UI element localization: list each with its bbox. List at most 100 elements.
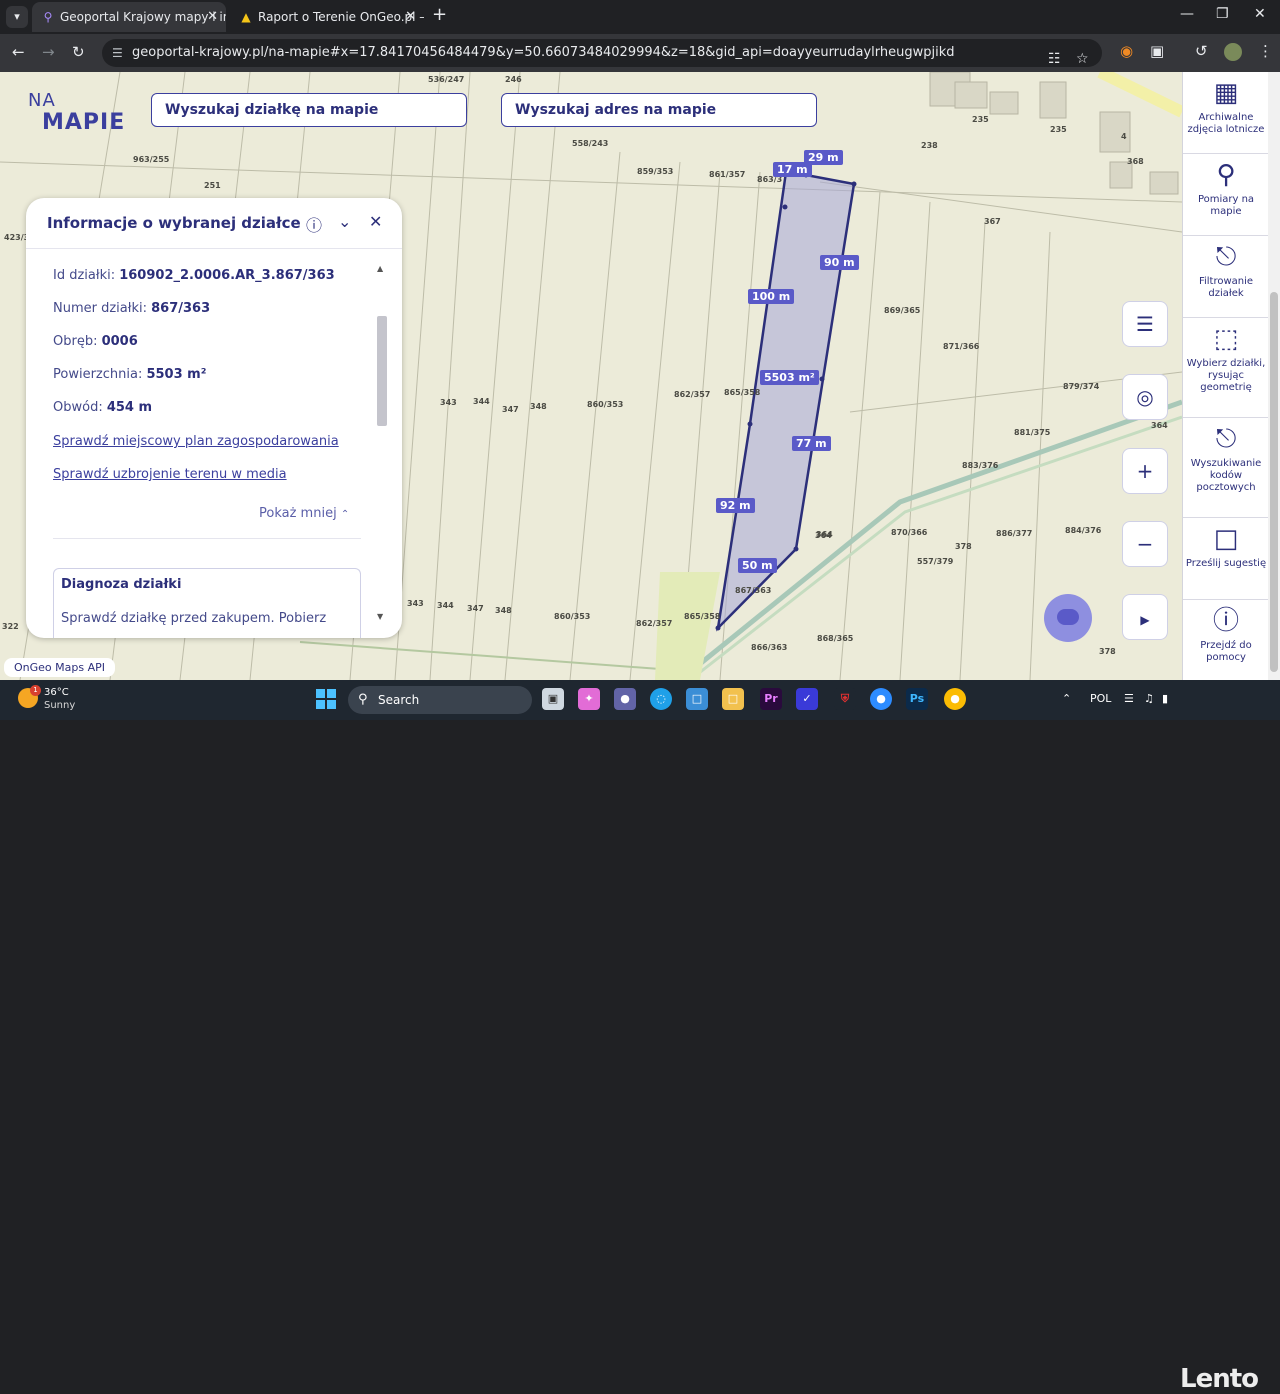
expand-sidebar-button[interactable]: ▶: [1122, 594, 1168, 640]
diagnosis-box[interactable]: Diagnoza działki Sprawdź działkę przed z…: [53, 568, 361, 638]
zoom-out-button[interactable]: −: [1122, 521, 1168, 567]
layers-button[interactable]: ☰: [1122, 301, 1168, 347]
chat-widget-button[interactable]: [1044, 594, 1092, 642]
row-label: Obwód:: [53, 400, 107, 415]
row-label: Obręb:: [53, 334, 102, 349]
show-less-toggle[interactable]: Pokaż mniej ⌃: [259, 506, 349, 521]
zoom-icon[interactable]: ●: [870, 688, 892, 710]
parcel-number-row: Numer działki: 867/363: [53, 301, 210, 316]
search-parcel-input[interactable]: Wyszukaj działkę na mapie: [151, 93, 467, 127]
sidebar-item-label: Pomiary na mapie: [1197, 194, 1255, 217]
chevron-up-icon[interactable]: ⌃: [1062, 692, 1071, 705]
close-window-button[interactable]: ✕: [1254, 6, 1266, 22]
translate-icon[interactable]: ☷: [1048, 45, 1061, 67]
back-button[interactable]: ←: [12, 43, 25, 61]
close-icon[interactable]: ✕: [405, 2, 416, 32]
language-indicator[interactable]: POL: [1090, 692, 1111, 705]
parcel-label: 558/243: [572, 139, 609, 148]
sidebar-item-label: Wybierz działki, rysując geometrię: [1186, 358, 1266, 393]
taskbar-search[interactable]: ⚲ Search: [348, 686, 532, 714]
photoshop-icon[interactable]: Ps: [906, 688, 928, 710]
close-icon[interactable]: ✕: [369, 212, 382, 231]
toggle-label: Pokaż mniej: [259, 506, 337, 521]
lento-watermark: Lento: [1180, 1364, 1259, 1394]
task-view-icon[interactable]: ▣: [542, 688, 564, 710]
speaker-icon[interactable]: ♫: [1144, 692, 1154, 705]
close-icon[interactable]: ✕: [207, 2, 218, 32]
new-tab-button[interactable]: +: [432, 4, 447, 25]
extensions-puzzle-icon[interactable]: ▣: [1150, 42, 1164, 60]
sidebar-item-suggestion[interactable]: □ Prześlij sugestię: [1183, 518, 1269, 600]
extension-icon[interactable]: ◉: [1120, 42, 1133, 60]
wifi-icon[interactable]: ☰: [1124, 692, 1134, 705]
precinct-row: Obręb: 0006: [53, 334, 138, 349]
parcel-label: 246: [505, 75, 522, 84]
teams-icon[interactable]: ●: [614, 688, 636, 710]
site-info-icon[interactable]: ☰: [112, 39, 123, 67]
minimize-button[interactable]: —: [1180, 6, 1194, 22]
chrome-icon[interactable]: ●: [944, 688, 966, 710]
select-area-icon: ⬚: [1213, 324, 1239, 354]
scroll-down-arrow[interactable]: ▼: [377, 612, 383, 621]
windows-start-icon[interactable]: [316, 689, 336, 709]
shield-icon[interactable]: ⛨: [834, 688, 856, 710]
forward-button[interactable]: →: [42, 43, 55, 61]
profile-avatar[interactable]: [1224, 43, 1242, 61]
map-canvas[interactable]: 536/247 246 963/255 251 423/3 558/243 85…: [0, 72, 1182, 680]
help-icon: ⓘ: [1212, 606, 1239, 636]
sidebar-item-aerial-archive[interactable]: ▦ Archiwalne zdjęcia lotnicze: [1183, 72, 1269, 154]
sidebar-item-filter[interactable]: ⎋ Filtrowanie działek: [1183, 236, 1269, 318]
row-label: Id działki:: [53, 268, 120, 283]
tab-bar: ▾ ⚲ Geoportal Krajowy mapy i infor ✕ ▲ R…: [0, 0, 1280, 34]
maximize-button[interactable]: ❐: [1216, 6, 1229, 22]
map-search-icon: ⎋: [1215, 424, 1237, 454]
tab-ongeo-report[interactable]: ▲ Raport o Terenie OnGeo.pl – Ar ✕: [230, 2, 424, 32]
utilities-link[interactable]: Sprawdź uzbrojenie terenu w media: [53, 467, 287, 482]
page-scrollbar[interactable]: [1268, 72, 1280, 680]
scroll-up-arrow[interactable]: ▲: [377, 264, 383, 273]
measurement-label: 90 m: [820, 255, 859, 270]
search-address-input[interactable]: Wyszukaj adres na mapie: [501, 93, 817, 127]
file-explorer-icon[interactable]: □: [722, 688, 744, 710]
parcel-label: 343: [407, 599, 424, 608]
zoom-in-button[interactable]: +: [1122, 448, 1168, 494]
parcel-id-row: Id działki: 160902_2.0006.AR_3.867/363: [53, 268, 335, 283]
chevron-down-icon[interactable]: ⌄: [338, 212, 351, 231]
bookmark-star-icon[interactable]: ☆: [1076, 45, 1089, 67]
zoning-plan-link[interactable]: Sprawdź miejscowy plan zagospodarowania: [53, 434, 339, 449]
weather-description[interactable]: Sunny: [44, 700, 75, 711]
store-icon[interactable]: □: [686, 688, 708, 710]
parcel-label: 344: [473, 397, 490, 406]
sidebar-item-label: Przejdź do pomocy: [1200, 640, 1252, 663]
minus-icon: −: [1136, 532, 1154, 556]
sidebar-item-help[interactable]: ⓘ Przejdź do pomocy: [1183, 600, 1269, 680]
browser-menu-icon[interactable]: ⋮: [1258, 42, 1273, 60]
panel-scrollbar[interactable]: [377, 316, 387, 426]
sync-icon[interactable]: ↺: [1195, 42, 1208, 60]
tab-search-button[interactable]: ▾: [6, 6, 28, 28]
copilot-icon[interactable]: ✦: [578, 688, 600, 710]
sidebar-item-draw-select[interactable]: ⬚ Wybierz działki, rysując geometrię: [1183, 318, 1269, 418]
locate-button[interactable]: ◎: [1122, 374, 1168, 420]
edge-icon[interactable]: ◌: [650, 688, 672, 710]
parcel-label: 886/377: [996, 529, 1033, 538]
parcel-label: 367: [984, 217, 1001, 226]
reload-button[interactable]: ↻: [72, 43, 85, 61]
tab-geoportal[interactable]: ⚲ Geoportal Krajowy mapy i infor ✕: [32, 2, 226, 32]
weather-temperature[interactable]: 36°C: [44, 687, 69, 698]
app-icon[interactable]: ✓: [796, 688, 818, 710]
parcel-info-panel: Informacje o wybranej działce ⓘ ⌄ ✕ Id d…: [26, 198, 402, 638]
premiere-icon[interactable]: Pr: [760, 688, 782, 710]
play-arrow-icon: ▶: [1140, 613, 1150, 627]
search-icon: ⚲: [358, 692, 368, 707]
taskbar: 1 36°C Sunny ⚲ Search ▣ ✦ ● ◌ □ □ Pr ✓ ⛨ …: [0, 680, 1280, 1394]
help-icon[interactable]: ⓘ: [306, 212, 322, 236]
plus-icon: +: [1136, 459, 1154, 483]
sidebar-item-postal-codes[interactable]: ⎋ Wyszukiwanie kodów pocztowych: [1183, 418, 1269, 518]
battery-icon[interactable]: ▮: [1162, 692, 1168, 705]
parcel-label: 884/376: [1065, 526, 1102, 535]
api-attribution[interactable]: OnGeo Maps API: [4, 658, 115, 677]
page-scroll-thumb[interactable]: [1270, 292, 1278, 672]
sidebar-item-measure[interactable]: ⚲ Pomiary na mapie: [1183, 154, 1269, 236]
address-bar[interactable]: ☰ geoportal-krajowy.pl/na-mapie#x=17.841…: [102, 39, 1102, 67]
